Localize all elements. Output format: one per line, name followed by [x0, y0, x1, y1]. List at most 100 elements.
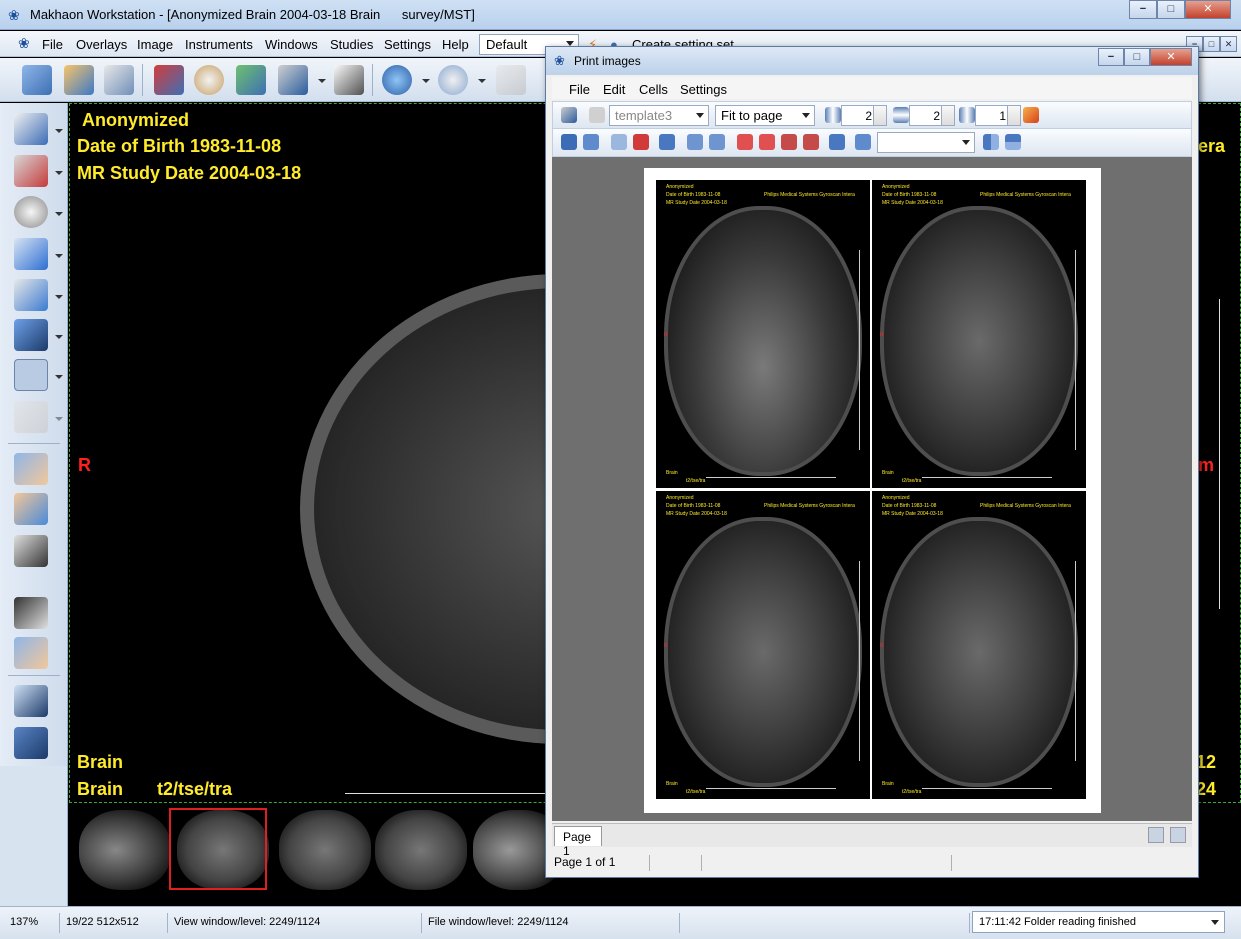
cell-ruler	[706, 472, 836, 478]
query-icon[interactable]	[438, 65, 468, 95]
tab-scroll-right-icon[interactable]	[1170, 827, 1186, 843]
layout-combo[interactable]	[877, 132, 975, 153]
maximize-button[interactable]: □	[1157, 0, 1185, 19]
dialog-minimize-button[interactable]: −	[1098, 48, 1124, 66]
print-cell[interactable]: Anonymized Date of Birth 1983-11-08 MR S…	[656, 491, 870, 799]
chevron-down-icon[interactable]	[55, 129, 63, 133]
dialog-titlebar: ❀ Print images − □ ✕	[546, 47, 1198, 75]
open-study-icon[interactable]	[64, 65, 94, 95]
layout-icon[interactable]	[14, 727, 48, 759]
menu-settings[interactable]: Settings	[384, 37, 431, 52]
chevron-down-icon[interactable]	[55, 254, 63, 258]
series-thumbnail[interactable]	[279, 810, 371, 890]
menu-image[interactable]: Image	[137, 37, 173, 52]
butterfly-app-icon[interactable]: ❀	[8, 7, 24, 23]
rotate-icon[interactable]	[803, 134, 819, 150]
flip-icon[interactable]	[781, 134, 797, 150]
chevron-down-icon[interactable]	[422, 79, 430, 83]
delete-page-icon[interactable]	[583, 134, 599, 150]
chevron-down-icon[interactable]	[55, 375, 63, 379]
fill-cells-icon[interactable]	[759, 134, 775, 150]
cell-desc-label: t2/tse/tra	[902, 478, 922, 484]
dialog-menubar: File Edit Cells Settings	[552, 77, 1192, 99]
menu-help[interactable]: Help	[442, 37, 469, 52]
menu-app-icon[interactable]: ❀	[18, 35, 30, 52]
play-icon[interactable]	[14, 238, 48, 270]
cell-orientation-label: R	[664, 643, 668, 649]
series-thumbnail[interactable]	[79, 810, 171, 890]
print-cell[interactable]: Anonymized Date of Birth 1983-11-08 MR S…	[872, 180, 1086, 488]
properties-icon[interactable]	[855, 134, 871, 150]
dialog-window-controls: − □ ✕	[1098, 48, 1192, 66]
next-study-icon[interactable]	[14, 493, 48, 525]
clear-icon[interactable]	[633, 134, 649, 150]
minimize-button[interactable]: −	[1129, 0, 1157, 19]
dialog-maximize-button[interactable]: □	[1124, 48, 1150, 66]
series-thumbnail[interactable]	[375, 810, 467, 890]
print-cell[interactable]: Anonymized Date of Birth 1983-11-08 MR S…	[656, 180, 870, 488]
chevron-down-icon[interactable]	[318, 79, 326, 83]
chevron-down-icon[interactable]	[478, 79, 486, 83]
grid-alt-icon[interactable]	[1005, 134, 1021, 150]
tab-page-1[interactable]: Page 1	[554, 826, 602, 858]
edit-study-icon[interactable]	[104, 65, 134, 95]
dialog-close-button[interactable]: ✕	[1150, 48, 1192, 66]
menu-instruments[interactable]: Instruments	[185, 37, 253, 52]
fit-select[interactable]: Fit to page	[715, 105, 815, 126]
chevron-down-icon[interactable]	[55, 295, 63, 299]
mdi-close-button[interactable]: ✕	[1220, 36, 1237, 52]
cell-desc-label: t2/tse/tra	[902, 789, 922, 795]
columns-spinner[interactable]: 2	[841, 105, 887, 126]
chevron-down-icon[interactable]	[55, 335, 63, 339]
open-folder-icon[interactable]	[22, 65, 52, 95]
fit-cells-icon[interactable]	[737, 134, 753, 150]
portrait-icon[interactable]	[687, 134, 703, 150]
network-icon[interactable]	[382, 65, 412, 95]
dialog-menu-cells[interactable]: Cells	[639, 82, 668, 97]
lightning-icon[interactable]	[1023, 107, 1039, 123]
measure-icon[interactable]	[14, 155, 48, 187]
chevron-down-icon[interactable]	[55, 212, 63, 216]
monitor-icon[interactable]	[14, 319, 48, 351]
split-icon[interactable]	[829, 134, 845, 150]
compare-icon[interactable]	[14, 685, 48, 717]
series-desc-overlay: t2/tse/tra	[157, 779, 233, 799]
cd-icon[interactable]	[194, 65, 224, 95]
dialog-menu-file[interactable]: File	[569, 82, 590, 97]
columns-icon	[825, 107, 841, 123]
menu-overlays[interactable]: Overlays	[76, 37, 127, 52]
angle-icon[interactable]	[14, 279, 48, 311]
dialog-menu-settings[interactable]: Settings	[680, 82, 727, 97]
overlay-tool-icon[interactable]	[14, 359, 48, 391]
spacing-spinner[interactable]: 1	[975, 105, 1021, 126]
tab-scroll-left-icon[interactable]	[1148, 827, 1164, 843]
grid-icon[interactable]	[983, 134, 999, 150]
print-cell[interactable]: Anonymized Date of Birth 1983-11-08 MR S…	[872, 491, 1086, 799]
dialog-menu-edit[interactable]: Edit	[603, 82, 625, 97]
print-icon[interactable]	[278, 65, 308, 95]
eraser-icon[interactable]	[611, 134, 627, 150]
menu-windows[interactable]: Windows	[265, 37, 318, 52]
new-page-icon[interactable]	[561, 134, 577, 150]
close-button[interactable]: ✕	[1185, 0, 1231, 19]
add-image-icon[interactable]	[659, 134, 675, 150]
menu-file[interactable]: File	[42, 37, 63, 52]
mdi-restore-button[interactable]: □	[1203, 36, 1220, 52]
chevron-down-icon[interactable]	[55, 171, 63, 175]
print-preview-area[interactable]: Anonymized Date of Birth 1983-11-08 MR S…	[552, 157, 1192, 821]
printer-icon[interactable]	[561, 107, 577, 123]
landscape-icon[interactable]	[709, 134, 725, 150]
import-icon[interactable]	[154, 65, 184, 95]
previous-series-icon[interactable]	[14, 535, 48, 567]
patient-icon[interactable]	[14, 637, 48, 669]
log-dropdown[interactable]: 17:11:42 Folder reading finished	[972, 911, 1225, 933]
magnifier-icon[interactable]	[14, 196, 48, 228]
menu-studies[interactable]: Studies	[330, 37, 373, 52]
export-icon[interactable]	[236, 65, 266, 95]
next-series-icon[interactable]	[14, 597, 48, 629]
series-body-overlay: Brain	[77, 779, 124, 799]
rows-spinner[interactable]: 2	[909, 105, 955, 126]
previous-study-icon[interactable]	[14, 453, 48, 485]
film-icon[interactable]	[334, 65, 364, 95]
window-level-icon[interactable]	[14, 113, 48, 145]
